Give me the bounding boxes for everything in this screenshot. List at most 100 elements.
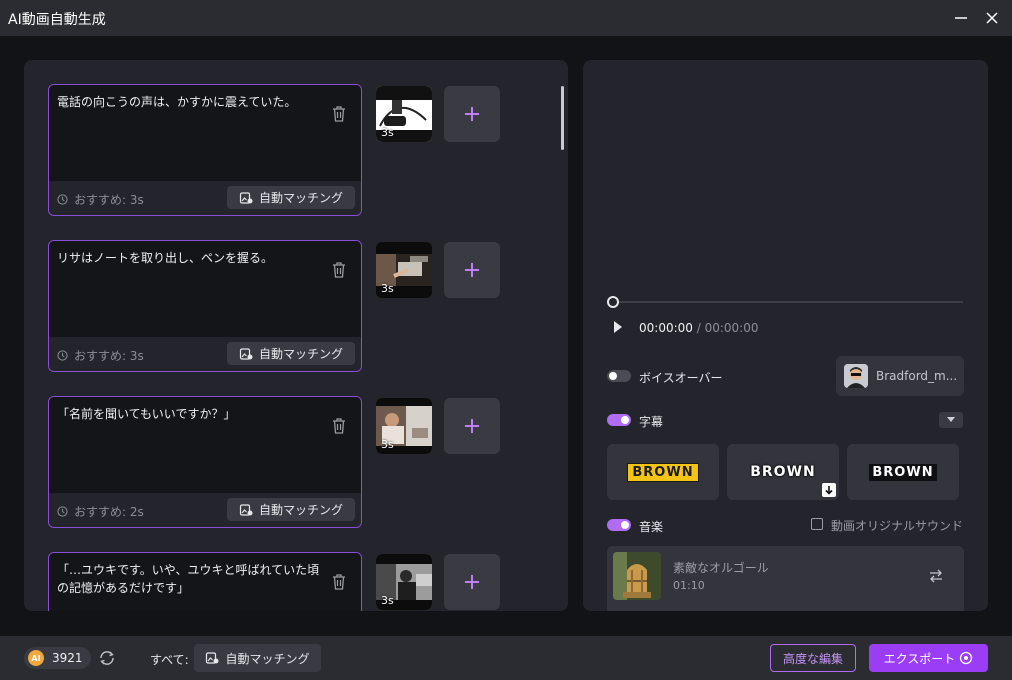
scene-text[interactable]: リサはノートを取り出し、ペンを握る。 [57, 249, 325, 267]
scene-thumbnail[interactable]: 3s [376, 86, 432, 142]
trash-icon[interactable] [331, 573, 347, 591]
auto-match-label: 自動マッチング [258, 347, 343, 361]
playback-progress-bar[interactable] [613, 301, 963, 303]
scene-card[interactable]: 電話の向こうの声は、かすかに震えていた。 おすすめ: 3s 自動マッチング [48, 84, 362, 216]
voiceover-label: ボイスオーバー [639, 371, 723, 385]
plus-icon [465, 263, 479, 277]
subtitle-style-yellow[interactable]: BROWN [607, 444, 719, 500]
voice-avatar [844, 364, 868, 388]
title-bar: AI動画自動生成 [0, 0, 1012, 36]
advanced-edit-button[interactable]: 高度な編集 [770, 644, 856, 672]
scene-text[interactable]: 電話の向こうの声は、かすかに震えていた。 [57, 93, 325, 111]
scene-footer: おすすめ: 3s 自動マッチング [49, 181, 361, 215]
image-match-icon [239, 347, 253, 360]
scene-list-panel: 電話の向こうの声は、かすかに震えていた。 おすすめ: 3s 自動マッチング 3s [24, 60, 568, 611]
subtitles-label: 字幕 [639, 415, 664, 429]
scene-card[interactable]: リサはノートを取り出し、ペンを握る。 おすすめ: 3s 自動マッチング [48, 240, 362, 372]
style-preview-text: BROWN [750, 464, 816, 480]
bottom-toolbar: AI 3921 すべて: 自動マッチング 高度な編集 エクスポート [0, 636, 1012, 680]
voiceover-toggle[interactable] [607, 370, 631, 382]
trash-icon[interactable] [331, 105, 347, 123]
clock-icon [57, 194, 68, 205]
swap-icon[interactable] [928, 568, 944, 584]
trash-icon[interactable] [331, 417, 347, 435]
download-icon [825, 486, 833, 495]
music-track-card[interactable]: 素敵なオルゴール 01:10 [607, 546, 964, 611]
total-time: / 00:00:00 [696, 321, 759, 335]
close-button[interactable] [980, 6, 1004, 30]
auto-match-button[interactable]: 自動マッチング [227, 342, 355, 365]
close-icon [986, 12, 998, 24]
minimize-icon [955, 17, 967, 19]
music-toggle[interactable] [607, 519, 631, 531]
scene-thumbnail[interactable]: 3s [376, 242, 432, 298]
scene-list-scrollbar[interactable] [561, 86, 564, 150]
auto-match-button[interactable]: 自動マッチング [227, 186, 355, 209]
original-sound-checkbox[interactable] [811, 518, 823, 530]
credits-count: 3921 [52, 651, 83, 665]
subtitle-style-outline[interactable]: BROWN [727, 444, 839, 500]
auto-match-all-button[interactable]: 自動マッチング [194, 644, 321, 672]
style-preview-text: BROWN [627, 462, 699, 482]
add-clip-button[interactable] [444, 398, 500, 454]
auto-match-label: 自動マッチング [258, 191, 343, 205]
thumbnail-duration: 3s [381, 594, 394, 607]
avatar-icon [844, 364, 868, 388]
scene-footer: おすすめ: 3s 自動マッチング [49, 337, 361, 371]
add-clip-button[interactable] [444, 242, 500, 298]
trash-icon[interactable] [331, 261, 347, 279]
main-content: 電話の向こうの声は、かすかに震えていた。 おすすめ: 3s 自動マッチング 3s [0, 36, 1012, 636]
preview-panel: 00:00:00 / 00:00:00 ボイスオーバー Bradford_m..… [583, 60, 988, 611]
plus-icon [465, 107, 479, 121]
recommend-duration: おすすめ: 3s [57, 191, 144, 208]
clock-icon [57, 506, 68, 517]
recommend-text: おすすめ: 2s [74, 505, 144, 519]
credits-display: AI 3921 [24, 647, 91, 669]
recommend-duration: おすすめ: 3s [57, 347, 144, 364]
subtitles-toggle[interactable] [607, 414, 631, 426]
clock-icon [57, 350, 68, 361]
window-title: AI動画自動生成 [8, 12, 106, 28]
scene-text[interactable]: 「名前を聞いてもいいですか？」 [57, 405, 325, 423]
playback-progress-handle[interactable] [607, 296, 619, 308]
refresh-icon[interactable] [98, 650, 116, 666]
thumbnail-duration: 3s [381, 126, 394, 139]
image-match-icon [239, 503, 253, 516]
scene-text[interactable]: 「…ユウキです。いや、ユウキと呼ばれていた頃の記憶があるだけです」 [57, 561, 325, 597]
music-track-title: 素敵なオルゴール [673, 561, 769, 575]
add-clip-button[interactable] [444, 554, 500, 610]
voice-select-button[interactable]: Bradford_m... [836, 356, 964, 396]
recommend-text: おすすめ: 3s [74, 193, 144, 207]
recommend-text: おすすめ: 3s [74, 349, 144, 363]
apply-all-label: すべて: [150, 653, 189, 667]
export-button[interactable]: エクスポート [869, 644, 988, 672]
subtitle-style-dropdown[interactable] [939, 412, 963, 428]
ai-coin-icon: AI [28, 650, 44, 666]
subtitle-style-black-box[interactable]: BROWN [847, 444, 959, 500]
image-match-icon [239, 191, 253, 204]
auto-match-button[interactable]: 自動マッチング [227, 498, 355, 521]
playback-time: 00:00:00 / 00:00:00 [639, 321, 759, 335]
music-track-duration: 01:10 [673, 579, 705, 592]
music-box-image [613, 552, 661, 600]
chevron-down-icon [947, 417, 955, 422]
plus-icon [465, 419, 479, 433]
voice-name: Bradford_m... [876, 369, 958, 383]
scene-card[interactable]: 「…ユウキです。いや、ユウキと呼ばれていた頃の記憶があるだけです」 [48, 552, 362, 611]
scene-thumbnail[interactable]: 3s [376, 554, 432, 610]
recommend-duration: おすすめ: 2s [57, 503, 144, 520]
play-icon[interactable] [613, 320, 623, 334]
scene-card[interactable]: 「名前を聞いてもいいですか？」 おすすめ: 2s 自動マッチング [48, 396, 362, 528]
music-thumbnail [613, 552, 661, 600]
thumbnail-duration: 3s [381, 438, 394, 451]
export-settings-icon [960, 651, 973, 665]
style-preview-text: BROWN [869, 463, 937, 481]
scene-thumbnail[interactable]: 3s [376, 398, 432, 454]
scene-footer: おすすめ: 2s 自動マッチング [49, 493, 361, 527]
original-sound-label: 動画オリジナルサウンド [831, 519, 964, 533]
plus-icon [465, 575, 479, 589]
minimize-button[interactable] [949, 6, 973, 30]
thumbnail-duration: 3s [381, 282, 394, 295]
music-label: 音楽 [639, 520, 664, 534]
add-clip-button[interactable] [444, 86, 500, 142]
